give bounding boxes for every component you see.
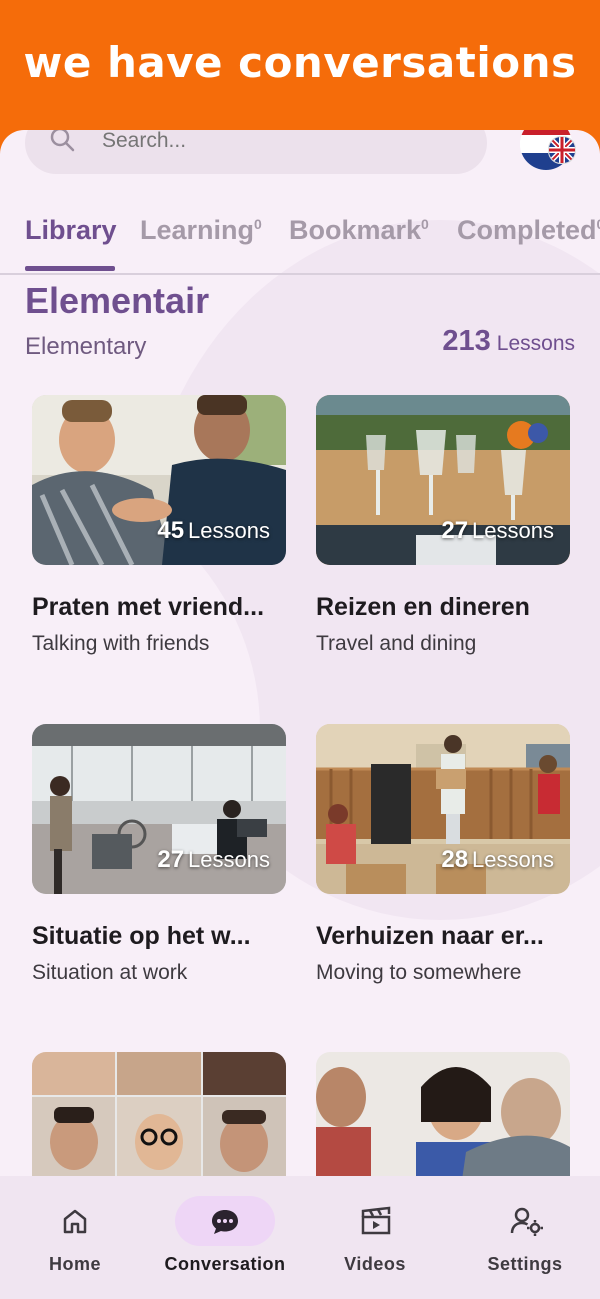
- clapperboard-icon: [361, 1206, 391, 1235]
- nav-videos[interactable]: Videos: [300, 1176, 450, 1299]
- nav-label: Videos: [344, 1254, 406, 1274]
- level-subtitle: Elementary: [25, 333, 147, 360]
- bottom-navigation: Home Conversation Videos Settings: [0, 1176, 600, 1299]
- nav-settings[interactable]: Settings: [450, 1176, 600, 1299]
- total-lessons-count: 213 Lessons: [442, 325, 575, 357]
- nav-conversation[interactable]: Conversation: [150, 1176, 300, 1299]
- uk-flag-icon: [548, 136, 576, 164]
- office-workers-photo: 27 Lessons: [32, 724, 286, 894]
- card-title: Reizen en dineren: [316, 593, 530, 621]
- banner-text: we have conversations: [23, 38, 577, 87]
- library-tabs: Library Learning0 Bookmark0 Completed0: [0, 215, 600, 275]
- card-subtitle: Talking with friends: [32, 632, 210, 655]
- lesson-card[interactable]: 45 Lessons Praten met vriend... Talking w…: [32, 395, 286, 656]
- nav-label: Conversation: [164, 1254, 286, 1274]
- nav-icon-container: [175, 1196, 275, 1246]
- chat-bubble-icon: [212, 1210, 238, 1234]
- card-title: Situatie op het w...: [32, 922, 251, 950]
- dining-table-glasses-photo: 27 Lessons: [316, 395, 570, 565]
- family-moving-boxes-photo: 28 Lessons: [316, 724, 570, 894]
- tab-completed[interactable]: Completed0: [457, 215, 600, 246]
- lesson-card[interactable]: 27 Lessons Situatie op het w... Situation…: [32, 724, 286, 985]
- card-subtitle: Travel and dining: [316, 632, 477, 655]
- tab-library[interactable]: Library: [25, 215, 117, 246]
- lesson-card[interactable]: 28 Lessons Verhuizen naar er... Moving to…: [316, 724, 570, 985]
- app-screen: we have conversations Library: [0, 0, 600, 1299]
- level-title: Elementair: [25, 280, 210, 321]
- search-icon: [50, 130, 75, 152]
- card-title: Praten met vriend...: [32, 593, 265, 621]
- nav-label: Settings: [487, 1254, 563, 1274]
- search-input[interactable]: [100, 130, 464, 154]
- library-screen: Library Learning0 Bookmark0 Completed0 E…: [0, 130, 600, 1299]
- tab-bookmark[interactable]: Bookmark0: [289, 215, 429, 246]
- lesson-card[interactable]: 27 Lessons Reizen en dineren Travel and d…: [316, 395, 570, 656]
- card-subtitle: Moving to somewhere: [316, 961, 522, 984]
- user-gear-icon: [510, 1207, 543, 1236]
- card-subtitle: Situation at work: [32, 961, 188, 984]
- nav-icon-container: [25, 1196, 125, 1246]
- lesson-count-badge: 45 Lessons: [157, 517, 270, 544]
- two-men-talking-photo: 45 Lessons: [32, 395, 286, 565]
- lesson-count-badge: 27 Lessons: [157, 846, 270, 873]
- card-title: Verhuizen naar er...: [316, 922, 544, 950]
- nav-icon-container: [475, 1196, 575, 1246]
- lesson-count-badge: 27 Lessons: [441, 517, 554, 544]
- home-icon: [63, 1209, 87, 1234]
- tab-learning[interactable]: Learning0: [140, 215, 262, 246]
- active-tab-indicator: [25, 266, 115, 271]
- lesson-count-badge: 28 Lessons: [441, 846, 554, 873]
- nav-label: Home: [48, 1254, 101, 1274]
- search-bar[interactable]: [25, 130, 487, 174]
- nav-home[interactable]: Home: [0, 1176, 150, 1299]
- nav-icon-container: [325, 1196, 425, 1246]
